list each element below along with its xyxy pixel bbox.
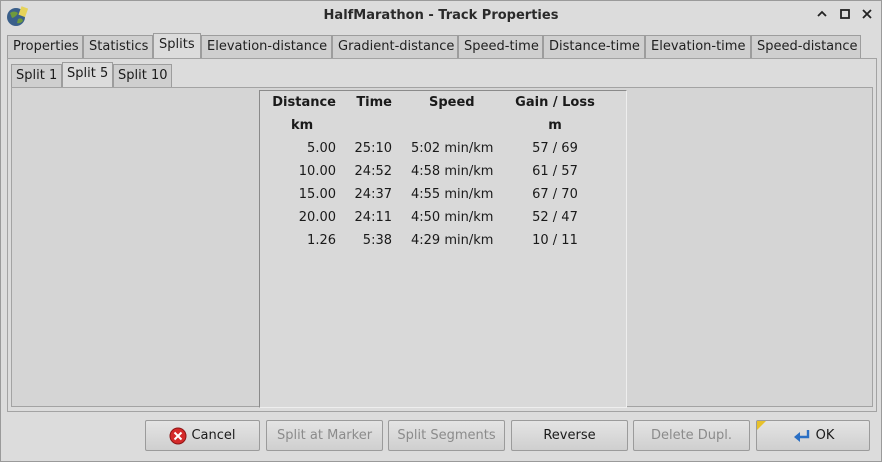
table-row-gain-loss: 52 / 47: [532, 210, 578, 225]
splits-table: Distance Time Speed Gain / Loss km m 5.0…: [259, 90, 627, 408]
header-time: Time: [356, 95, 392, 110]
default-corner-icon: [757, 421, 766, 430]
header-speed: Speed: [429, 95, 475, 110]
tab-gradient-distance[interactable]: Gradient-distance: [332, 35, 458, 58]
table-row-time: 5:38: [362, 233, 392, 248]
table-row-speed: 4:55 min/km: [411, 187, 494, 202]
splits-panel: Split 1 Split 5 Split 10 Distance Time S…: [7, 58, 877, 412]
cancel-label: Cancel: [191, 428, 236, 443]
split-content: Distance Time Speed Gain / Loss km m 5.0…: [11, 87, 873, 408]
split-segments-button[interactable]: Split Segments: [388, 420, 505, 451]
header-distance: Distance: [272, 95, 336, 110]
cancel-button[interactable]: Cancel: [145, 420, 260, 451]
subtab-split-10[interactable]: Split 10: [113, 64, 172, 87]
minimize-icon[interactable]: [814, 8, 830, 24]
table-row-time: 25:10: [354, 141, 392, 156]
track-properties-window: HalfMarathon - Track Properties Properti…: [0, 0, 882, 462]
table-row-gain-loss: 10 / 11: [532, 233, 578, 248]
table-row-speed: 5:02 min/km: [411, 141, 494, 156]
tab-statistics[interactable]: Statistics: [83, 35, 153, 58]
cancel-icon: [169, 427, 187, 444]
tab-elevation-distance[interactable]: Elevation-distance: [201, 35, 332, 58]
ok-enter-icon: [793, 429, 809, 442]
table-row-distance: 10.00: [298, 164, 336, 179]
table-row-distance: 15.00: [298, 187, 336, 202]
close-icon[interactable]: [859, 8, 875, 24]
ok-label: OK: [815, 428, 835, 443]
table-row-gain-loss: 67 / 70: [532, 187, 578, 202]
split-at-marker-button[interactable]: Split at Marker: [266, 420, 383, 451]
tab-properties[interactable]: Properties: [7, 35, 83, 58]
subtab-split-5[interactable]: Split 5: [62, 62, 113, 88]
tab-speed-distance[interactable]: Speed-distance: [751, 35, 861, 58]
table-row-time: 24:11: [354, 210, 392, 225]
table-row-gain-loss: 57 / 69: [532, 141, 578, 156]
header-gain-loss: Gain / Loss: [515, 95, 595, 110]
maximize-icon[interactable]: [837, 8, 853, 24]
ok-button[interactable]: OK: [756, 420, 870, 451]
subtab-split-1[interactable]: Split 1: [11, 64, 62, 87]
table-row-gain-loss: 61 / 57: [532, 164, 578, 179]
table-row-distance: 1.26: [307, 233, 336, 248]
title-bar[interactable]: HalfMarathon - Track Properties: [1, 1, 881, 31]
delete-duplicates-button[interactable]: Delete Dupl.: [633, 420, 750, 451]
table-row-distance: 5.00: [307, 141, 336, 156]
table-row-time: 24:52: [354, 164, 392, 179]
unit-distance: km: [291, 118, 314, 133]
tab-elevation-time[interactable]: Elevation-time: [645, 35, 751, 58]
tab-distance-time[interactable]: Distance-time: [543, 35, 645, 58]
unit-gain-loss: m: [548, 118, 562, 133]
tab-speed-time[interactable]: Speed-time: [458, 35, 543, 58]
table-row-speed: 4:29 min/km: [411, 233, 494, 248]
tab-splits[interactable]: Splits: [153, 33, 201, 59]
table-row-speed: 4:58 min/km: [411, 164, 494, 179]
reverse-button[interactable]: Reverse: [511, 420, 628, 451]
table-row-time: 24:37: [354, 187, 392, 202]
table-row-speed: 4:50 min/km: [411, 210, 494, 225]
table-row-distance: 20.00: [298, 210, 336, 225]
window-title: HalfMarathon - Track Properties: [323, 8, 559, 23]
